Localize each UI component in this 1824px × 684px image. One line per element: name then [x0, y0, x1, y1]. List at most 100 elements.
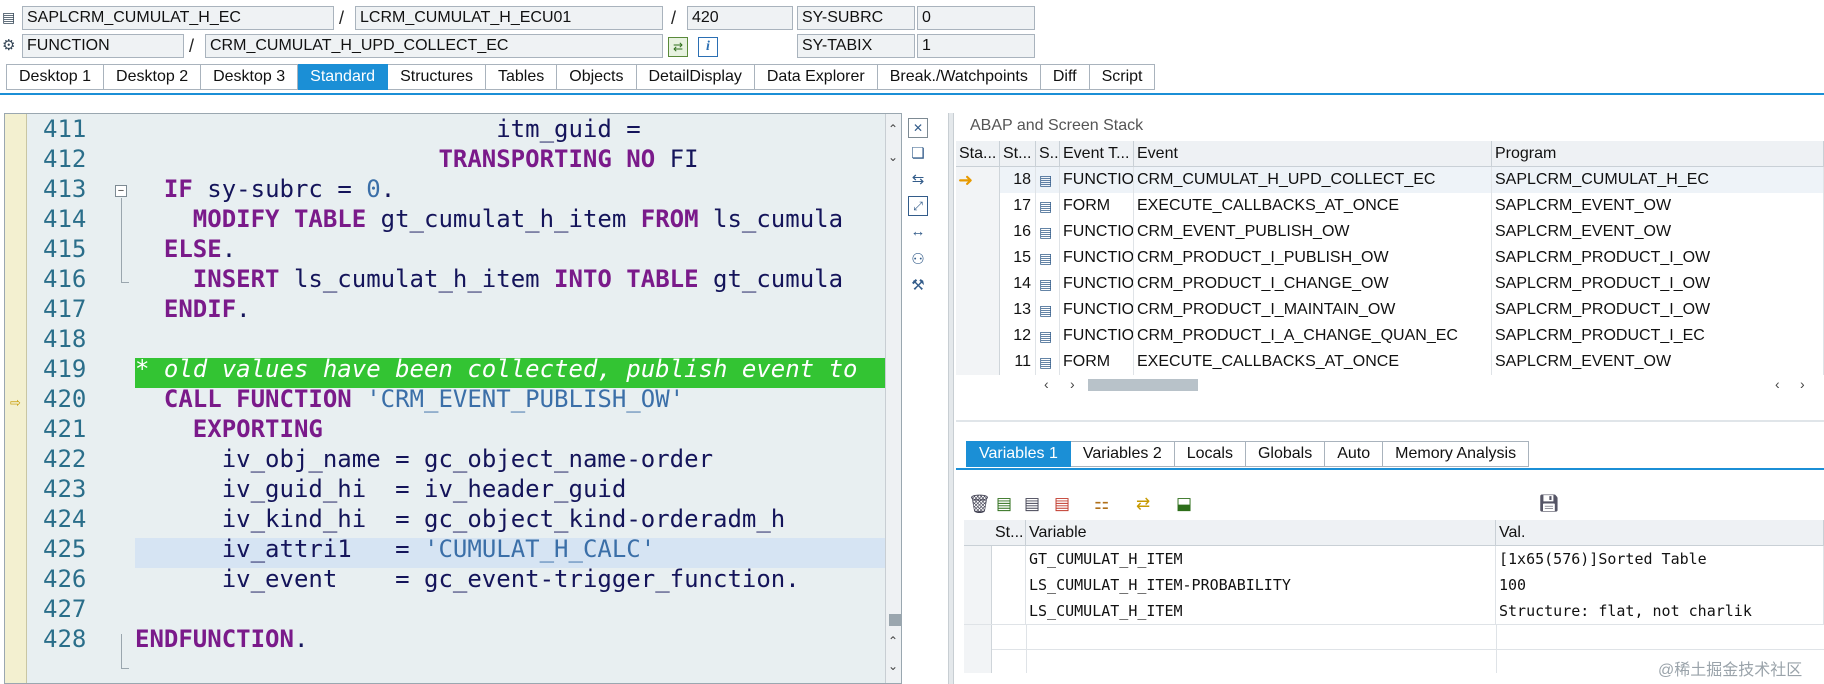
delete-icon[interactable]: 🗑︎	[968, 494, 991, 515]
tab-script[interactable]: Script	[1089, 64, 1156, 90]
tab-objects[interactable]: Objects	[557, 64, 637, 90]
code-line[interactable]: 427	[5, 594, 885, 624]
settings-icon[interactable]: ⚒	[908, 276, 928, 296]
maximize-icon[interactable]: ⤢	[908, 196, 928, 216]
col-event-type[interactable]: Event T...	[1060, 141, 1134, 167]
col-source-type[interactable]: S..	[1036, 141, 1060, 167]
code-line[interactable]: 415 ELSE.	[5, 234, 885, 264]
tab-standard[interactable]: Standard	[298, 64, 389, 90]
stack-row[interactable]: 14▤FUNCTIO...CRM_PRODUCT_I_CHANGE_OWSAPL…	[956, 271, 1824, 297]
services-icon[interactable]: ⚇	[908, 250, 928, 270]
include-field[interactable]: LCRM_CUMULAT_H_ECU01	[355, 6, 663, 30]
code-line[interactable]: 418	[5, 324, 885, 354]
scroll-left-icon[interactable]: ‹	[1044, 376, 1049, 392]
tab-locals[interactable]: Locals	[1174, 441, 1246, 467]
col-variable[interactable]: Variable	[1026, 520, 1496, 546]
variable-name[interactable]: LS_CUMULAT_H_ITEM-PROBABILITY	[1026, 572, 1496, 598]
tab-structures[interactable]: Structures	[388, 64, 486, 90]
tab-detaildisplay[interactable]: DetailDisplay	[636, 64, 755, 90]
row-selector[interactable]	[956, 193, 1000, 219]
stack-row[interactable]: 11 ▤ FORM EXECUTE_CALLBACKS_AT_ONCE SAPLCRM_…	[956, 349, 1824, 375]
stack-horizontal-scrollbar[interactable]: ‹ › ‹ ›	[1040, 374, 1824, 396]
scroll-right-icon[interactable]: ›	[1800, 376, 1805, 392]
insert-row-icon[interactable]: ▤	[996, 494, 1012, 514]
row-selector[interactable]	[956, 219, 1000, 245]
row-selector[interactable]	[956, 323, 1000, 349]
col-value[interactable]: Val.	[1496, 520, 1824, 546]
code-line[interactable]: 413 IF sy-subrc = 0.	[5, 174, 885, 204]
export-icon[interactable]: ⬓	[1176, 494, 1192, 514]
row-selector[interactable]	[964, 546, 992, 572]
tab-data-explorer[interactable]: Data Explorer	[754, 64, 878, 90]
scroll-left-icon[interactable]: ‹	[1775, 376, 1780, 392]
stack-row[interactable]: 15▤FUNCTIO...CRM_PRODUCT_I_PUBLISH_OWSAP…	[956, 245, 1824, 271]
replace-tool-icon[interactable]: ⇆	[908, 170, 928, 190]
scroll-down-icon[interactable]: ⌄	[888, 659, 898, 673]
compare-icon[interactable]: ⚏	[1094, 494, 1109, 514]
program-field[interactable]: SAPLCRM_CUMULAT_H_EC	[22, 6, 334, 30]
event-field[interactable]: CRM_CUMULAT_H_UPD_COLLECT_EC	[205, 34, 663, 58]
code-line[interactable]: 411 itm_guid =	[5, 114, 885, 144]
delete-row-icon[interactable]: ▤	[1054, 494, 1070, 514]
col-program[interactable]: Program	[1492, 141, 1824, 167]
line-field[interactable]: 420	[687, 6, 793, 30]
col-event[interactable]: Event	[1134, 141, 1492, 167]
variable-value[interactable]: 100	[1496, 572, 1824, 598]
splitter[interactable]	[948, 113, 954, 684]
stack-row[interactable]: ➜ 18▤FUNCTIO...CRM_CUMULAT_H_UPD_COLLECT_…	[956, 167, 1824, 193]
stack-row[interactable]: 13▤FUNCTIO...CRM_PRODUCT_I_MAINTAIN_OWSA…	[956, 297, 1824, 323]
variable-name[interactable]: LS_CUMULAT_H_ITEM	[1026, 598, 1496, 624]
stack-row[interactable]: 16▤FUNCTIO...CRM_EVENT_PUBLISH_OWSAPLCRM…	[956, 219, 1824, 245]
row-selector[interactable]	[956, 271, 1000, 297]
swap-icon[interactable]: ↔	[908, 222, 928, 242]
scroll-thumb[interactable]	[889, 614, 901, 626]
transfer-icon[interactable]: ⇄	[1136, 494, 1150, 514]
editor-vertical-scrollbar[interactable]: ⌃ ⌄ ⌃ ⌄	[885, 114, 901, 683]
tab-variables-2[interactable]: Variables 2	[1070, 441, 1175, 467]
code-line[interactable]: 419 * old values have been collected, pub…	[5, 354, 885, 384]
code-line[interactable]: 412 TRANSPORTING NO FI	[5, 144, 885, 174]
code-line[interactable]: 420 CALL FUNCTION 'CRM_EVENT_PUBLISH_OW'	[5, 384, 885, 414]
code-line[interactable]: 421 EXPORTING	[5, 414, 885, 444]
row-selector[interactable]	[964, 598, 992, 624]
tab-variables-1[interactable]: Variables 1	[966, 441, 1071, 467]
code-line[interactable]: 423 iv_guid_hi = iv_header_guid	[5, 474, 885, 504]
code-line[interactable]: 424 iv_kind_hi = gc_object_kind-orderadm…	[5, 504, 885, 534]
tab-globals[interactable]: Globals	[1245, 441, 1326, 467]
code-line[interactable]: 416 INSERT ls_cumulat_h_item INTO TABLE …	[5, 264, 885, 294]
col-stack-level[interactable]: St...	[1000, 141, 1036, 167]
event-type-field[interactable]: FUNCTION	[22, 34, 184, 58]
close-view-icon[interactable]: ✕	[908, 118, 928, 138]
row-selector[interactable]	[956, 349, 1000, 375]
append-row-icon[interactable]: ▤	[1024, 494, 1040, 514]
scroll-down-icon[interactable]: ⌄	[888, 150, 898, 164]
scroll-up-icon[interactable]: ⌃	[888, 122, 898, 136]
code-line[interactable]: 425 iv_attri1 = 'CUMULAT_H_CALC'	[5, 534, 885, 564]
col-status[interactable]: Sta...	[956, 141, 1000, 167]
row-selector[interactable]	[964, 572, 992, 598]
sysvar-value-2[interactable]: 1	[917, 34, 1035, 58]
save-icon[interactable]: 💾︎	[1538, 494, 1560, 514]
scroll-thumb[interactable]	[1088, 379, 1198, 391]
stack-row[interactable]: 12▤FUNCTIO...CRM_PRODUCT_I_A_CHANGE_QUAN…	[956, 323, 1824, 349]
tab-memory-analysis[interactable]: Memory Analysis	[1383, 441, 1530, 467]
code-line[interactable]: 428 ENDFUNCTION.	[5, 624, 885, 654]
source-editor[interactable]: ⇨ − 411 itm_guid = 412 TRANSPORTING NO FI…	[4, 113, 902, 684]
sysvar-value-1[interactable]: 0	[917, 6, 1035, 30]
tab-diff[interactable]: Diff	[1040, 64, 1090, 90]
col-var-status[interactable]: St...	[992, 520, 1026, 546]
variable-name[interactable]: GT_CUMULAT_H_ITEM	[1026, 546, 1496, 572]
tab-desktop-3[interactable]: Desktop 3	[201, 64, 299, 90]
code-line[interactable]: 422 iv_obj_name = gc_object_name-order	[5, 444, 885, 474]
variable-row[interactable]: GT_CUMULAT_H_ITEM [1x65(576)]Sorted Table	[964, 546, 1824, 572]
tab-desktop-2[interactable]: Desktop 2	[104, 64, 202, 90]
tab-breakpoints[interactable]: Break./Watchpoints	[877, 64, 1041, 90]
scroll-up-icon[interactable]: ⌃	[888, 634, 898, 648]
info-icon[interactable]: i	[698, 37, 718, 57]
scroll-right-icon[interactable]: ›	[1070, 376, 1075, 392]
code-line[interactable]: 426 iv_event = gc_event-trigger_function…	[5, 564, 885, 594]
variable-row[interactable]: LS_CUMULAT_H_ITEM Structure: flat, not ch…	[964, 598, 1824, 624]
row-selector[interactable]	[956, 245, 1000, 271]
new-tool-icon[interactable]: ❏	[908, 144, 928, 164]
code-line[interactable]: 414 MODIFY TABLE gt_cumulat_h_item FROM …	[5, 204, 885, 234]
